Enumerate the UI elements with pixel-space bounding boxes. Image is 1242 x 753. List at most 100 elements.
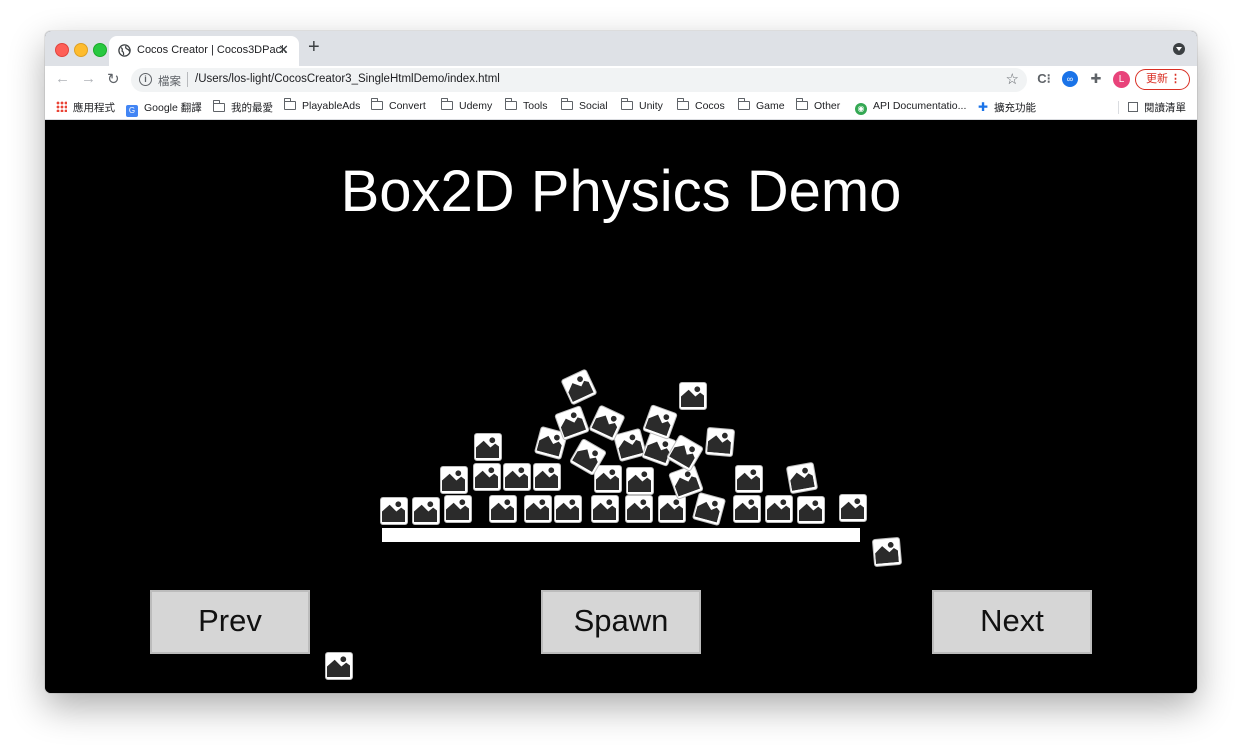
image-placeholder-icon [615, 430, 644, 459]
physics-box [625, 495, 653, 523]
bookmark-convert[interactable]: Convert [371, 98, 426, 112]
extension-c-icon[interactable]: C⁝ [1036, 71, 1052, 87]
image-placeholder-icon [382, 499, 405, 522]
bookmark-extensions[interactable]: ✚ 擴充功能 [978, 100, 1036, 115]
bookmarks-bar: 應用程式 G Google 翻譯 我的最愛 PlayableAds Convert… [45, 95, 1197, 120]
physics-box [473, 463, 501, 491]
image-placeholder-icon [475, 465, 498, 488]
folder-icon [371, 98, 383, 110]
image-placeholder-icon [841, 496, 864, 519]
profile-avatar[interactable]: L [1113, 71, 1130, 88]
prev-button[interactable]: Prev [150, 590, 310, 654]
image-placeholder-icon [681, 384, 704, 407]
bookmark-api-docs[interactable]: ◉ API Documentatio... [855, 100, 966, 115]
spawn-button[interactable]: Spawn [541, 590, 701, 654]
physics-box [626, 467, 654, 495]
image-placeholder-icon [596, 467, 619, 490]
physics-box [691, 491, 727, 527]
extensions-puzzle-icon[interactable]: ✚ [1088, 71, 1104, 87]
physics-box [765, 495, 793, 523]
physics-box [533, 463, 561, 491]
image-placeholder-icon [505, 465, 528, 488]
globe-icon [118, 44, 131, 57]
next-button[interactable]: Next [932, 590, 1092, 654]
physics-box [503, 463, 531, 491]
address-separator [187, 72, 188, 87]
bookmark-apps[interactable]: 應用程式 [56, 100, 115, 115]
reading-list[interactable]: 閱讀清單 [1128, 100, 1186, 115]
game-canvas[interactable]: Box2D Physics Demo Prev Spawn Next [45, 120, 1197, 693]
reload-icon[interactable]: ↻ [107, 70, 120, 88]
physics-box [524, 495, 552, 523]
image-placeholder-icon [627, 497, 650, 520]
physics-box [735, 465, 763, 493]
folder-icon [796, 98, 808, 110]
apps-grid-icon [56, 101, 67, 112]
bookmark-social[interactable]: Social [561, 98, 608, 112]
update-button[interactable]: 更新 ⋮ [1135, 69, 1190, 90]
folder-icon [561, 98, 573, 110]
minimize-window-button[interactable] [74, 43, 88, 57]
bookmark-favorites[interactable]: 我的最愛 [213, 100, 273, 115]
bookmark-game[interactable]: Game [738, 98, 785, 112]
extension-puzzle-icon: ✚ [978, 100, 989, 114]
bookmark-cocos[interactable]: Cocos [677, 98, 725, 112]
image-placeholder-icon [767, 497, 790, 520]
physics-box [440, 466, 468, 494]
physics-box [474, 433, 502, 461]
reading-list-icon [1128, 102, 1138, 112]
bookmark-udemy[interactable]: Udemy [441, 98, 492, 112]
forward-icon[interactable]: → [81, 70, 96, 87]
image-placeholder-icon [526, 497, 549, 520]
address-bar[interactable]: i 檔案 /Users/los-light/CocosCreator3_Sing… [131, 68, 1027, 92]
folder-icon [621, 98, 633, 110]
tab-title: Cocos Creator | Cocos3DPack [137, 44, 287, 56]
image-placeholder-icon [799, 498, 822, 521]
image-placeholder-icon [644, 407, 674, 437]
physics-box [658, 495, 686, 523]
physics-box [444, 495, 472, 523]
physics-box [785, 461, 819, 495]
bookmark-other[interactable]: Other [796, 98, 840, 112]
bookmarks-divider [1118, 101, 1119, 114]
google-translate-icon: G [126, 105, 138, 117]
bookmark-playableads[interactable]: PlayableAds [284, 98, 360, 112]
bookmark-unity[interactable]: Unity [621, 98, 663, 112]
image-placeholder-icon [557, 408, 587, 438]
info-icon[interactable]: i [139, 73, 152, 86]
physics-box [679, 382, 707, 410]
extension-infinity-icon[interactable]: ∞ [1062, 71, 1078, 87]
image-placeholder-icon [628, 469, 651, 492]
new-tab-button[interactable]: + [308, 36, 320, 58]
folder-icon [505, 98, 517, 110]
bookmark-google-translate[interactable]: G Google 翻譯 [126, 100, 202, 117]
tab-close-icon[interactable]: ✕ [278, 42, 289, 58]
image-placeholder-icon [556, 497, 579, 520]
image-placeholder-icon [707, 429, 732, 454]
scheme-label: 檔案 [158, 76, 181, 88]
image-placeholder-icon [535, 465, 558, 488]
url-text[interactable]: /Users/los-light/CocosCreator3_SingleHtm… [195, 73, 500, 85]
physics-box [560, 368, 598, 406]
image-placeholder-icon [593, 497, 616, 520]
image-placeholder-icon [476, 435, 499, 458]
toolbar: ← → ↻ i 檔案 /Users/los-light/CocosCreator… [45, 66, 1197, 95]
image-placeholder-icon [694, 494, 723, 523]
physics-box [642, 404, 678, 440]
back-icon[interactable]: ← [55, 70, 70, 87]
bookmark-star-icon[interactable]: ☆ [1006, 70, 1019, 88]
image-placeholder-icon [735, 497, 758, 520]
menu-dots-icon: ⋮ [1170, 73, 1181, 85]
image-placeholder-icon [414, 499, 437, 522]
folder-icon [738, 98, 750, 110]
tab-active[interactable]: Cocos Creator | Cocos3DPack ✕ [109, 36, 299, 66]
zoom-window-button[interactable] [93, 43, 107, 57]
tab-search-icon[interactable] [1173, 43, 1185, 55]
folder-icon [441, 98, 453, 110]
close-window-button[interactable] [55, 43, 69, 57]
bookmark-tools[interactable]: Tools [505, 98, 548, 112]
tab-strip: Cocos Creator | Cocos3DPack ✕ + [45, 31, 1197, 66]
image-placeholder-icon [737, 467, 760, 490]
folder-icon [677, 98, 689, 110]
ground-platform [382, 528, 860, 542]
